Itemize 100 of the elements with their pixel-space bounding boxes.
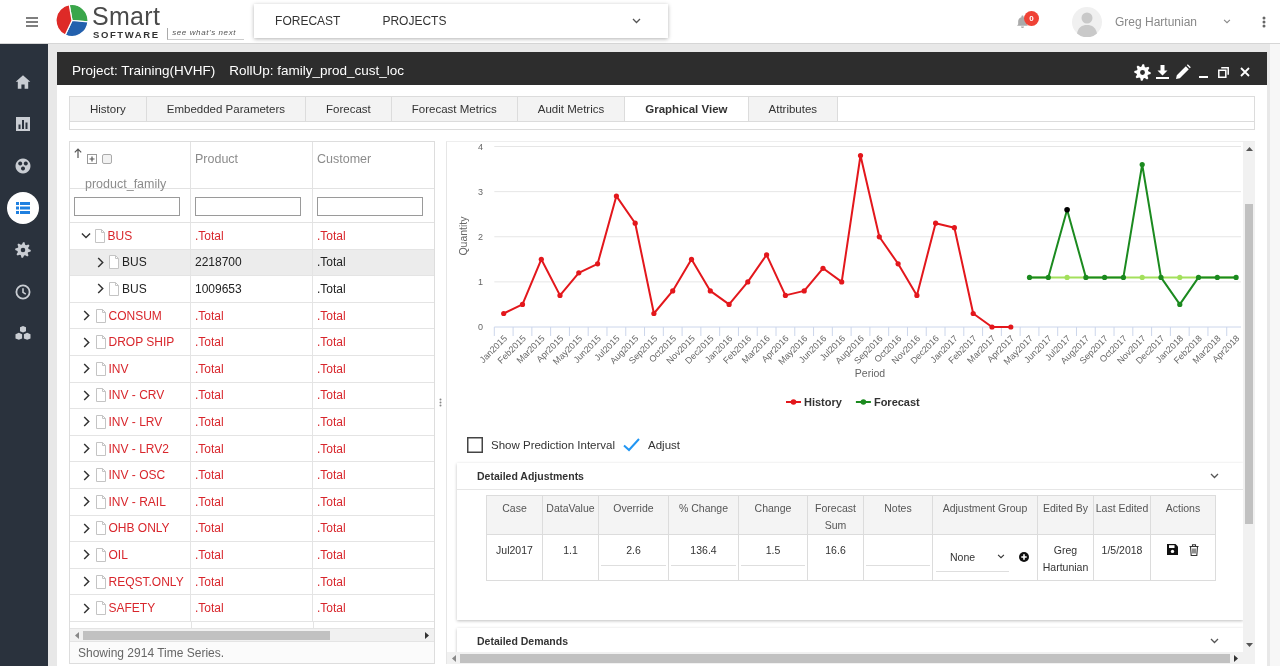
triangle-up-icon[interactable] xyxy=(1245,147,1253,151)
chevron-right-icon[interactable] xyxy=(83,389,90,401)
file-icon xyxy=(95,414,106,429)
film-reel-icon xyxy=(15,158,31,174)
nav-link[interactable]: PROJECTS xyxy=(382,14,447,28)
filter-field[interactable] xyxy=(74,197,180,216)
section-title[interactable]: Detailed Demands xyxy=(477,635,569,647)
user-name[interactable]: Greg Hartunian xyxy=(1114,14,1197,29)
arrow-up-icon[interactable] xyxy=(74,148,82,158)
chevron-down-icon xyxy=(997,554,1005,559)
filter-field[interactable] xyxy=(195,197,301,216)
caret-down-icon[interactable] xyxy=(1223,19,1231,24)
table-cell-text: .Total xyxy=(316,440,347,458)
table-row[interactable]: OHB ONLY .Total .Total xyxy=(70,515,434,543)
table-row[interactable]: CONSUM .Total .Total xyxy=(70,302,434,330)
plus-box-icon[interactable] xyxy=(87,154,97,164)
file-icon xyxy=(95,494,106,509)
table-row[interactable]: REQST.ONLY .Total .Total xyxy=(70,568,434,596)
table-row[interactable]: BUS 1009653 .Total xyxy=(70,276,434,303)
table-row[interactable]: INV - CRV .Total .Total xyxy=(70,382,434,410)
tab[interactable]: Audit Metrics xyxy=(517,97,626,121)
annotation-marker xyxy=(1064,206,1070,213)
checkbox[interactable] xyxy=(623,437,640,452)
settings-icon[interactable] xyxy=(1134,63,1151,81)
column-header[interactable]: product_family xyxy=(85,177,186,191)
tab[interactable]: Embedded Parameters xyxy=(146,97,307,121)
table-row[interactable]: OIL .Total .Total xyxy=(70,542,434,569)
table-row[interactable]: INV - LRV2 .Total .Total xyxy=(70,435,434,463)
table-row[interactable]: DROP SHIP .Total .Total xyxy=(70,329,434,356)
drag-handle-icon[interactable] xyxy=(439,398,442,407)
chevron-right-icon[interactable] xyxy=(83,496,90,508)
triangle-right-icon[interactable] xyxy=(1234,654,1238,662)
chevron-right-icon[interactable] xyxy=(83,602,90,614)
chevron-right-icon[interactable] xyxy=(83,522,90,534)
triangle-left-icon[interactable] xyxy=(75,631,79,639)
row-label: DROP SHIP xyxy=(108,335,175,350)
triangle-down-icon[interactable] xyxy=(1245,643,1253,647)
minimize-icon[interactable] xyxy=(1199,75,1208,78)
column-header[interactable]: Product xyxy=(195,152,239,166)
more-icon[interactable] xyxy=(1262,15,1266,28)
file-icon xyxy=(95,335,106,350)
checkbox-label: Adjust xyxy=(648,438,680,451)
sidebar-button[interactable] xyxy=(7,192,39,224)
table-row[interactable]: SAFETY .Total .Total xyxy=(70,595,434,622)
close-icon[interactable] xyxy=(1240,67,1250,77)
section-title[interactable]: Detailed Adjustments xyxy=(477,470,584,482)
chevron-right-icon[interactable] xyxy=(83,469,90,481)
scrollbar-thumb[interactable] xyxy=(83,630,330,640)
tab[interactable]: Attributes xyxy=(748,97,839,121)
table-row[interactable]: INV - LRV .Total .Total xyxy=(70,409,434,436)
download-icon[interactable] xyxy=(1156,65,1169,79)
table-row[interactable]: BUS .Total .Total xyxy=(70,223,434,250)
column-header[interactable]: Customer xyxy=(317,152,372,166)
chevron-right-icon[interactable] xyxy=(83,576,90,587)
triangle-left-icon[interactable] xyxy=(452,654,456,662)
checkbox[interactable] xyxy=(102,154,112,164)
tab[interactable]: Forecast Metrics xyxy=(391,97,518,121)
chevron-right-icon[interactable] xyxy=(96,256,104,268)
scrollbar-thumb[interactable] xyxy=(1245,204,1253,524)
table-cell-text: .Total xyxy=(316,307,347,325)
tab[interactable]: Forecast xyxy=(306,97,392,121)
chevron-down-icon[interactable] xyxy=(80,231,91,240)
table-cell-text: .Total xyxy=(316,467,347,485)
chevron-down-icon[interactable] xyxy=(1210,473,1219,479)
chevron-right-icon[interactable] xyxy=(83,363,90,375)
menu-icon[interactable] xyxy=(26,16,38,27)
checkbox-label: Show Prediction Interval xyxy=(491,438,615,451)
row-label: BUS xyxy=(122,282,147,296)
row-label: BUS xyxy=(122,255,147,270)
chevron-right-icon[interactable] xyxy=(83,310,90,322)
plus-circle-icon[interactable] xyxy=(1019,552,1029,562)
nav-link[interactable]: FORECAST xyxy=(275,14,341,28)
caret-down-icon[interactable] xyxy=(632,18,642,24)
chevron-right-icon[interactable] xyxy=(96,283,104,295)
scrollbar-thumb[interactable] xyxy=(460,653,1230,663)
restore-icon[interactable] xyxy=(1218,66,1229,78)
trash-icon[interactable] xyxy=(1189,544,1199,556)
checkbox[interactable] xyxy=(467,436,483,453)
table-cell: .Total xyxy=(191,462,313,488)
table-row[interactable]: BUS 2218700 .Total xyxy=(70,249,434,277)
chevron-right-icon[interactable] xyxy=(83,336,90,348)
table-cell-text: .Total xyxy=(316,546,347,564)
axis-title: Period xyxy=(854,367,886,379)
chevron-right-icon[interactable] xyxy=(83,549,90,561)
column-header: DataValue xyxy=(542,495,599,535)
chevron-down-icon[interactable] xyxy=(1210,638,1219,644)
table-row[interactable]: INV .Total .Total xyxy=(70,355,434,383)
pencil-icon[interactable] xyxy=(1175,64,1191,80)
table-row[interactable]: INV - RAIL .Total .Total xyxy=(70,488,434,516)
chevron-right-icon[interactable] xyxy=(83,443,90,455)
tab[interactable]: History xyxy=(70,97,147,121)
filter-field[interactable] xyxy=(317,197,423,216)
file-icon xyxy=(95,521,106,536)
table-cell: Jul2017 xyxy=(486,534,543,581)
table-cell-text: .Total xyxy=(316,281,347,298)
axis-tick-label: 3 xyxy=(478,186,483,197)
triangle-right-icon[interactable] xyxy=(425,631,429,639)
table-row[interactable]: INV - OSC .Total .Total xyxy=(70,462,434,489)
status-text: Showing 2914 Time Series. xyxy=(78,645,225,660)
chevron-right-icon[interactable] xyxy=(83,416,90,428)
